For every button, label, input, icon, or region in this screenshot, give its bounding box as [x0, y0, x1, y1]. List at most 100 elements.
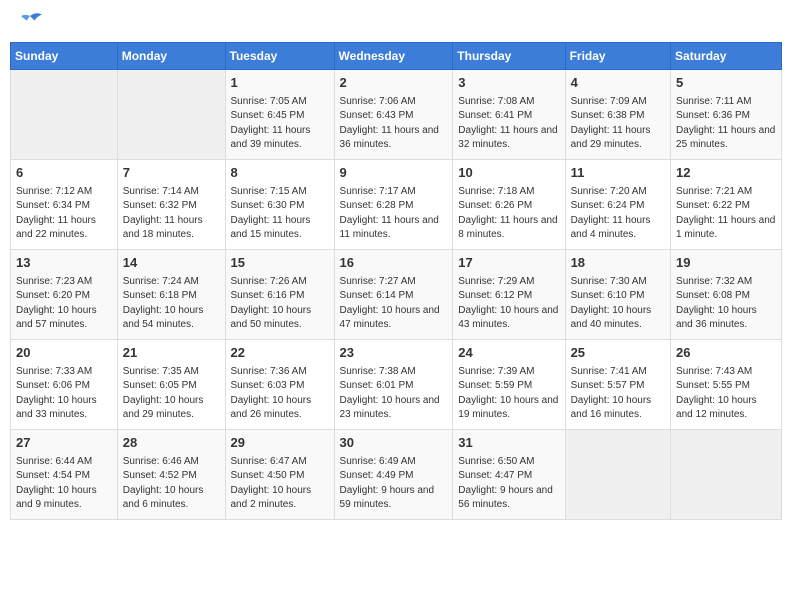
day-info: Daylight: 11 hours and 22 minutes. [16, 214, 112, 243]
day-info: Sunrise: 7:30 AM [571, 275, 665, 290]
calendar-cell: 12Sunrise: 7:21 AMSunset: 6:22 PMDayligh… [671, 160, 782, 250]
day-info: Sunset: 5:55 PM [676, 379, 776, 394]
day-info: Daylight: 11 hours and 15 minutes. [231, 214, 329, 243]
day-info: Sunrise: 7:24 AM [123, 275, 220, 290]
day-info: Daylight: 9 hours and 59 minutes. [340, 484, 448, 513]
calendar-cell: 9Sunrise: 7:17 AMSunset: 6:28 PMDaylight… [334, 160, 453, 250]
day-info: Sunset: 6:22 PM [676, 199, 776, 214]
day-number: 27 [16, 434, 112, 453]
day-number: 19 [676, 254, 776, 273]
calendar-cell: 26Sunrise: 7:43 AMSunset: 5:55 PMDayligh… [671, 340, 782, 430]
calendar-cell: 10Sunrise: 7:18 AMSunset: 6:26 PMDayligh… [453, 160, 565, 250]
day-info: Sunrise: 7:23 AM [16, 275, 112, 290]
calendar-cell: 1Sunrise: 7:05 AMSunset: 6:45 PMDaylight… [225, 70, 334, 160]
day-number: 30 [340, 434, 448, 453]
day-info: Sunset: 4:47 PM [458, 469, 559, 484]
day-info: Daylight: 11 hours and 39 minutes. [231, 124, 329, 153]
calendar-cell: 21Sunrise: 7:35 AMSunset: 6:05 PMDayligh… [117, 340, 225, 430]
day-number: 3 [458, 74, 559, 93]
day-info: Daylight: 10 hours and 9 minutes. [16, 484, 112, 513]
day-info: Sunrise: 7:39 AM [458, 365, 559, 380]
day-number: 6 [16, 164, 112, 183]
day-info: Sunrise: 7:18 AM [458, 185, 559, 200]
calendar-cell: 4Sunrise: 7:09 AMSunset: 6:38 PMDaylight… [565, 70, 670, 160]
header-row: SundayMondayTuesdayWednesdayThursdayFrid… [11, 43, 782, 70]
day-info: Daylight: 10 hours and 29 minutes. [123, 394, 220, 423]
day-info: Sunrise: 7:26 AM [231, 275, 329, 290]
day-number: 28 [123, 434, 220, 453]
day-info: Daylight: 11 hours and 25 minutes. [676, 124, 776, 153]
calendar-cell: 15Sunrise: 7:26 AMSunset: 6:16 PMDayligh… [225, 250, 334, 340]
calendar-cell: 27 Sunrise: 6:44 AMSunset: 4:54 PMDayligh… [11, 430, 118, 520]
day-number: 9 [340, 164, 448, 183]
day-info: Sunrise: 7:36 AM [231, 365, 329, 380]
day-info: Daylight: 10 hours and 43 minutes. [458, 304, 559, 333]
page-header [10, 10, 782, 34]
day-number: 25 [571, 344, 665, 363]
calendar-header: SundayMondayTuesdayWednesdayThursdayFrid… [11, 43, 782, 70]
calendar-cell: 16Sunrise: 7:27 AMSunset: 6:14 PMDayligh… [334, 250, 453, 340]
calendar-cell: 28Sunrise: 6:46 AMSunset: 4:52 PMDayligh… [117, 430, 225, 520]
day-info: Sunset: 6:18 PM [123, 289, 220, 304]
day-info: Daylight: 10 hours and 54 minutes. [123, 304, 220, 333]
day-info: Sunset: 6:38 PM [571, 109, 665, 124]
calendar-body: 1Sunrise: 7:05 AMSunset: 6:45 PMDaylight… [11, 70, 782, 520]
calendar-cell [671, 430, 782, 520]
day-info: Daylight: 10 hours and 26 minutes. [231, 394, 329, 423]
day-info: Sunrise: 6:46 AM [123, 455, 220, 470]
calendar-cell: 31Sunrise: 6:50 AMSunset: 4:47 PMDayligh… [453, 430, 565, 520]
calendar-cell [117, 70, 225, 160]
day-info: Daylight: 10 hours and 36 minutes. [676, 304, 776, 333]
logo [15, 10, 49, 34]
calendar-cell: 8Sunrise: 7:15 AMSunset: 6:30 PMDaylight… [225, 160, 334, 250]
calendar-cell: 20Sunrise: 7:33 AMSunset: 6:06 PMDayligh… [11, 340, 118, 430]
calendar-cell: 29Sunrise: 6:47 AMSunset: 4:50 PMDayligh… [225, 430, 334, 520]
day-number: 13 [16, 254, 112, 273]
day-number: 31 [458, 434, 559, 453]
day-info: Sunset: 6:28 PM [340, 199, 448, 214]
day-info: Sunset: 6:30 PM [231, 199, 329, 214]
day-number: 14 [123, 254, 220, 273]
calendar-cell: 17Sunrise: 7:29 AMSunset: 6:12 PMDayligh… [453, 250, 565, 340]
day-number: 2 [340, 74, 448, 93]
calendar-table: SundayMondayTuesdayWednesdayThursdayFrid… [10, 42, 782, 520]
day-number: 23 [340, 344, 448, 363]
day-info: Daylight: 10 hours and 6 minutes. [123, 484, 220, 513]
day-info: Sunset: 4:54 PM [16, 469, 112, 484]
day-info: Sunset: 6:32 PM [123, 199, 220, 214]
day-info: Sunset: 6:12 PM [458, 289, 559, 304]
day-number: 5 [676, 74, 776, 93]
day-info: Daylight: 11 hours and 29 minutes. [571, 124, 665, 153]
day-number: 10 [458, 164, 559, 183]
header-cell-sunday: Sunday [11, 43, 118, 70]
day-number: 26 [676, 344, 776, 363]
day-info: Sunset: 6:16 PM [231, 289, 329, 304]
day-info: Sunrise: 7:05 AM [231, 95, 329, 110]
day-info: Sunset: 6:26 PM [458, 199, 559, 214]
day-info: Sunrise: 7:11 AM [676, 95, 776, 110]
day-info: Sunrise: 7:08 AM [458, 95, 559, 110]
day-info: Daylight: 11 hours and 11 minutes. [340, 214, 448, 243]
calendar-cell: 24Sunrise: 7:39 AMSunset: 5:59 PMDayligh… [453, 340, 565, 430]
day-info: Sunset: 6:14 PM [340, 289, 448, 304]
day-info: Sunrise: 6:44 AM [16, 455, 112, 470]
day-info: Daylight: 10 hours and 2 minutes. [231, 484, 329, 513]
day-info: Sunrise: 7:12 AM [16, 185, 112, 200]
day-info: Daylight: 11 hours and 1 minute. [676, 214, 776, 243]
header-cell-thursday: Thursday [453, 43, 565, 70]
calendar-cell: 5Sunrise: 7:11 AMSunset: 6:36 PMDaylight… [671, 70, 782, 160]
day-info: Sunset: 6:34 PM [16, 199, 112, 214]
day-info: Sunrise: 7:20 AM [571, 185, 665, 200]
day-info: Sunset: 4:50 PM [231, 469, 329, 484]
day-info: Sunrise: 7:06 AM [340, 95, 448, 110]
calendar-cell: 14 Sunrise: 7:24 AMSunset: 6:18 PMDayligh… [117, 250, 225, 340]
day-number: 29 [231, 434, 329, 453]
week-row-3: 13Sunrise: 7:23 AMSunset: 6:20 PMDayligh… [11, 250, 782, 340]
day-info: Daylight: 10 hours and 19 minutes. [458, 394, 559, 423]
header-cell-wednesday: Wednesday [334, 43, 453, 70]
day-info: Daylight: 10 hours and 50 minutes. [231, 304, 329, 333]
calendar-cell: 7Sunrise: 7:14 AMSunset: 6:32 PMDaylight… [117, 160, 225, 250]
day-info: Daylight: 10 hours and 40 minutes. [571, 304, 665, 333]
day-info: Daylight: 10 hours and 12 minutes. [676, 394, 776, 423]
day-number: 4 [571, 74, 665, 93]
